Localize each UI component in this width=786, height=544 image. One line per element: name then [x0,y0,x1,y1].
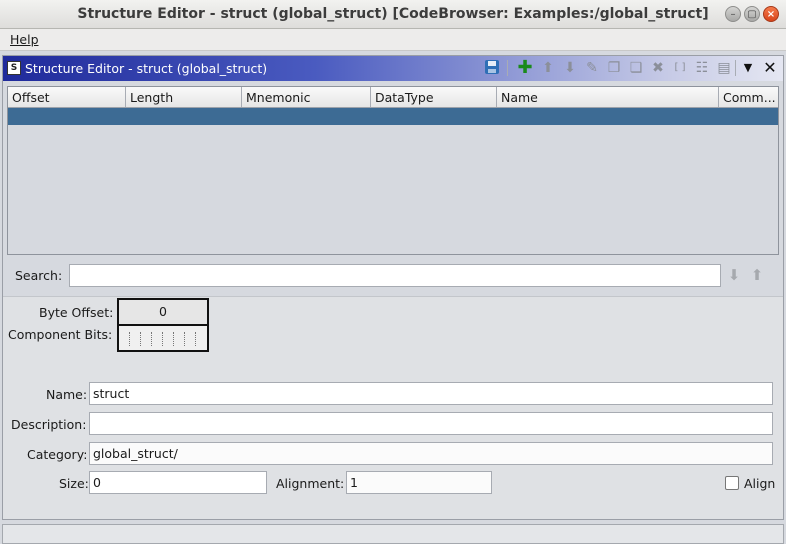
menubar: Help [0,29,786,51]
table-header: Offset Length Mnemonic DataType Name Com… [8,87,778,108]
alignment-label: Alignment: [276,476,345,491]
toolbar-separator [735,60,736,76]
show-component-icon[interactable]: ▤ [715,59,733,77]
column-header-datatype[interactable]: DataType [371,87,497,107]
maximize-icon[interactable]: ▢ [744,6,760,22]
search-input[interactable] [69,264,721,287]
align-checkbox[interactable] [725,476,739,490]
close-panel-icon[interactable]: ✕ [761,59,779,77]
structure-details: Byte Offset: 0 Component Bits: Name: str… [3,296,783,519]
byte-offset-label: Byte Offset: [39,305,114,320]
menu-dropdown-icon[interactable]: ▼ [739,59,757,77]
minimize-icon[interactable]: – [725,6,741,22]
close-window-icon[interactable]: × [763,6,779,22]
search-down-icon[interactable]: ⬇ [725,266,743,284]
panel-title: Structure Editor - struct (global_struct… [25,61,268,76]
description-field[interactable] [89,412,773,435]
column-header-length[interactable]: Length [126,87,242,107]
window-titlebar: Structure Editor - struct (global_struct… [0,0,786,29]
structure-editor-panel: S Structure Editor - struct (global_stru… [2,55,784,520]
size-field[interactable]: 0 [89,471,267,494]
alignment-field: 1 [346,471,492,494]
duplicate-multiple-icon[interactable]: ❏ [627,59,645,77]
add-icon[interactable]: ✚ [516,59,534,77]
unpackage-icon[interactable]: ☷ [693,59,711,77]
name-label: Name: [46,387,88,402]
search-label: Search: [15,268,63,283]
status-bar [2,524,784,544]
category-field: global_struct/ [89,442,773,465]
delete-icon[interactable]: ✖ [649,59,667,77]
component-bits-label: Component Bits: [8,327,113,342]
search-up-icon[interactable]: ⬆ [748,266,766,284]
column-header-offset[interactable]: Offset [8,87,126,107]
components-table[interactable]: Offset Length Mnemonic DataType Name Com… [7,86,779,255]
toolbar-separator [507,60,508,76]
array-icon[interactable]: [ ] [671,59,689,77]
name-field[interactable]: struct [89,382,773,405]
category-label: Category: [27,447,88,462]
table-row-selected[interactable] [8,108,778,125]
save-icon[interactable] [483,59,501,77]
move-up-icon[interactable]: ⬆ [539,59,557,77]
panel-titlebar: S Structure Editor - struct (global_stru… [3,56,783,81]
column-header-mnemonic[interactable]: Mnemonic [242,87,371,107]
component-bits-grid [117,324,209,352]
move-down-icon[interactable]: ⬇ [561,59,579,77]
column-header-name[interactable]: Name [497,87,719,107]
window-title: Structure Editor - struct (global_struct… [77,6,709,22]
edit-icon[interactable]: ✎ [583,59,601,77]
search-row: Search: ⬇ ⬆ [3,258,783,294]
duplicate-icon[interactable]: ❐ [605,59,623,77]
align-checkbox-label: Align [744,476,776,491]
byte-offset-value: 0 [117,298,209,326]
menu-help[interactable]: Help [10,32,39,47]
size-label: Size: [59,476,89,491]
structure-editor-icon: S [7,61,21,75]
description-label: Description: [11,417,87,432]
column-header-comment[interactable]: Comm... [719,87,778,107]
